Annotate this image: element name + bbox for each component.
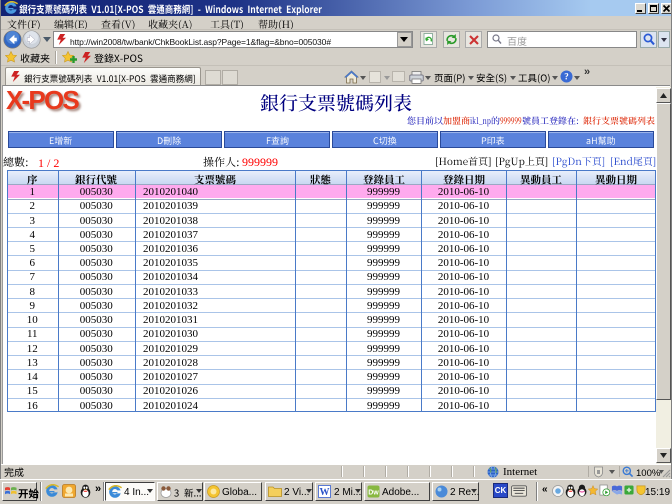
svg-text:W: W [320, 487, 330, 498]
svg-text:Dw: Dw [368, 490, 379, 497]
svg-text:?: ? [564, 72, 569, 82]
